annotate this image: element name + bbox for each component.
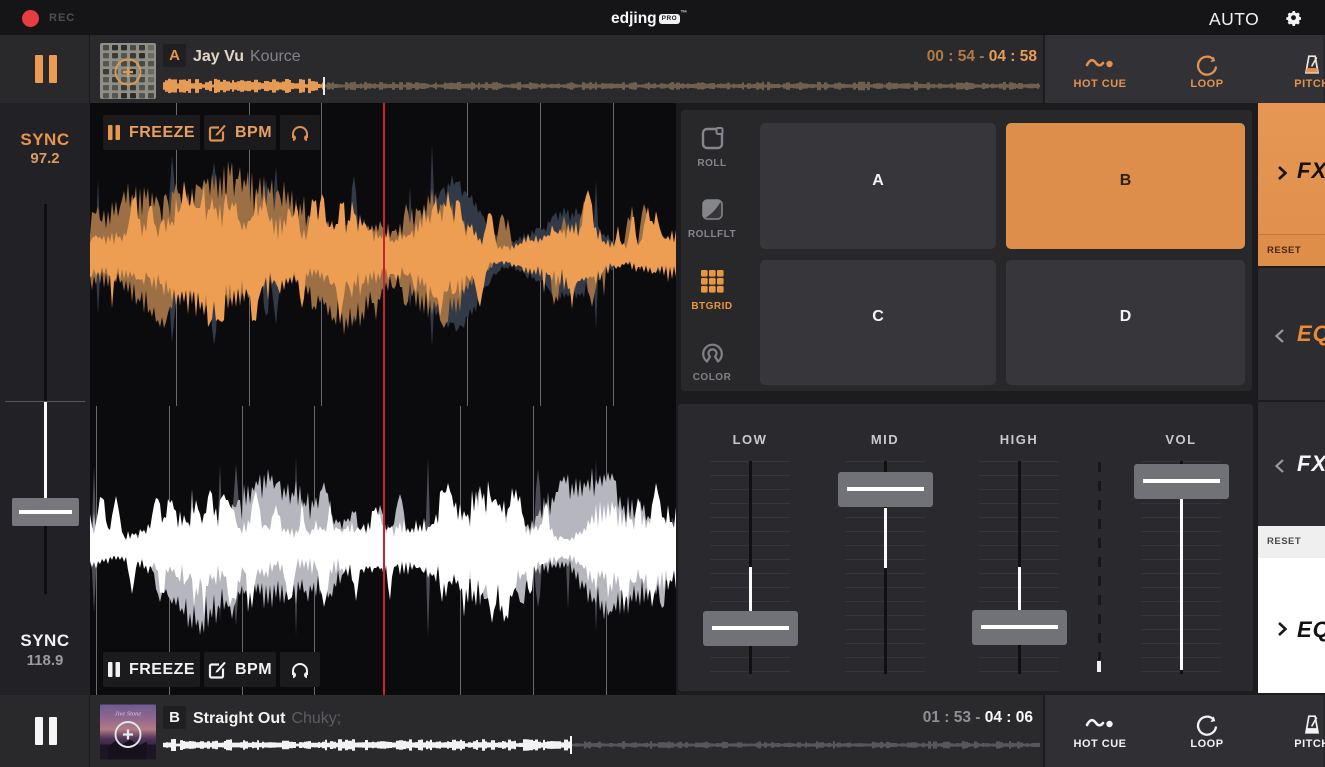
svg-text:Jive Stone: Jive Stone: [115, 711, 142, 718]
